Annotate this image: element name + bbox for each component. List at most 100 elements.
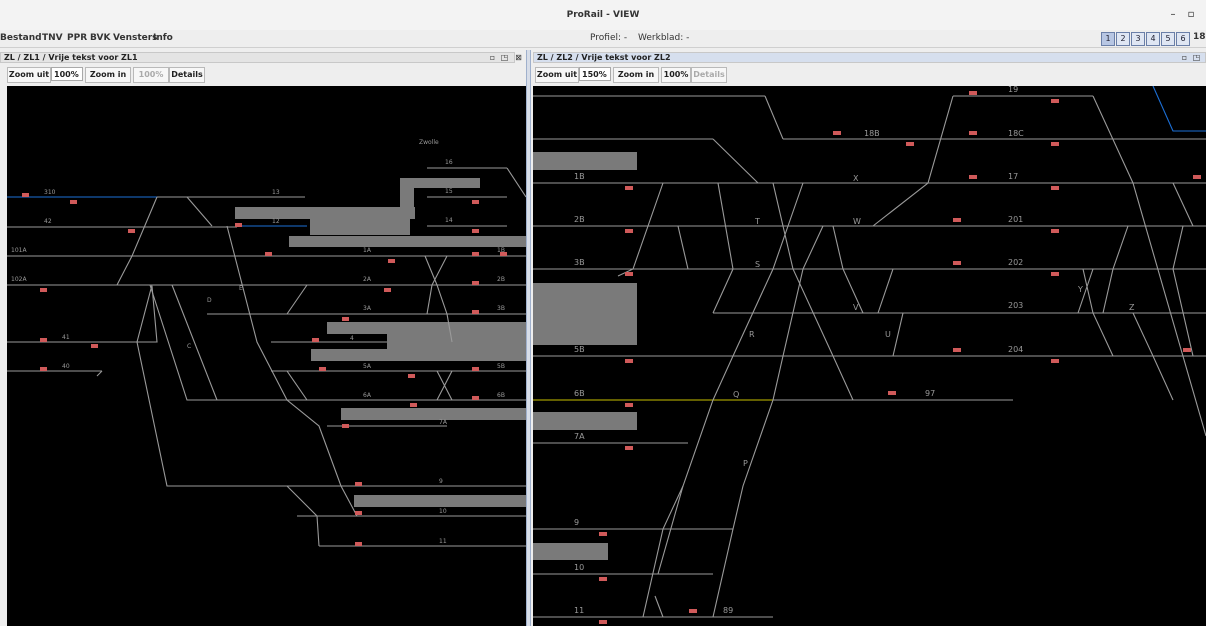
split-divider[interactable]	[526, 50, 531, 626]
track-label: 5A	[363, 363, 372, 370]
left-zoom-out-button[interactable]: Zoom uit	[7, 67, 51, 83]
track-label: 17	[1008, 172, 1018, 181]
place-label-zwolle: Zwolle	[419, 139, 439, 146]
track-label: 101A	[11, 247, 27, 254]
right-zoom-field[interactable]: 150%	[579, 67, 611, 81]
track-label: 14	[445, 217, 453, 224]
track-label: 41	[62, 334, 70, 341]
right-details-button[interactable]: Details	[691, 67, 727, 83]
track-label: 9	[439, 478, 443, 485]
track-label: 97	[925, 389, 935, 398]
menu-bestand[interactable]: Bestand	[0, 33, 42, 43]
track-label: 19	[1008, 86, 1018, 94]
menu-info[interactable]: Info	[153, 33, 173, 43]
track-label: 5B	[497, 363, 505, 370]
track-label: C	[187, 343, 191, 350]
track-label: 2B	[574, 215, 585, 224]
restore-icon[interactable]: ▫	[488, 53, 497, 62]
detach-icon[interactable]: ◳	[1192, 53, 1201, 62]
route-label: Q	[733, 390, 739, 399]
track-label: 2A	[363, 276, 372, 283]
track-label: 18B	[864, 129, 880, 138]
left-zoom-reset-button[interactable]: 100%	[133, 67, 169, 83]
route-label: R	[749, 330, 755, 339]
workspace-button-2[interactable]: 2	[1116, 32, 1130, 46]
right-zoom-in-button[interactable]: Zoom in	[613, 67, 659, 83]
menu-bvk[interactable]: BVK	[90, 33, 110, 43]
track-label: 1B	[574, 172, 585, 181]
track-label: 40	[62, 363, 70, 370]
left-zoom-in-button[interactable]: Zoom in	[85, 67, 131, 83]
close-icon[interactable]: ⊠	[514, 53, 523, 62]
track-label: 6B	[574, 389, 585, 398]
route-label: X	[853, 174, 859, 183]
track-label: 6A	[363, 392, 372, 399]
track-label: 1A	[363, 247, 372, 254]
track-label: 5B	[574, 345, 585, 354]
workspace-button-6[interactable]: 6	[1176, 32, 1190, 46]
track-label: 201	[1008, 215, 1023, 224]
left-details-button[interactable]: Details	[169, 67, 205, 83]
menu-tnv[interactable]: TNV	[42, 33, 63, 43]
right-zoom-reset-button[interactable]: 100%	[661, 67, 691, 83]
workspace-button-5[interactable]: 5	[1161, 32, 1175, 46]
track-label: 7A	[574, 432, 585, 441]
track-label: 12	[272, 218, 280, 225]
workspace-button-18[interactable]: 18	[1193, 32, 1206, 42]
route-label: T	[754, 217, 760, 226]
track-label: 310	[44, 189, 56, 196]
maximize-button[interactable]: ▫	[1184, 8, 1198, 22]
route-label: V	[853, 303, 859, 312]
track-label: 3A	[363, 305, 372, 312]
workspace-button-1[interactable]: 1	[1101, 32, 1115, 46]
track-label: 15	[445, 188, 453, 195]
profiel-status: Profiel: -	[590, 33, 628, 43]
track-label: 202	[1008, 258, 1023, 267]
detach-icon[interactable]: ◳	[500, 53, 509, 62]
window-title: ProRail - VIEW	[566, 10, 640, 20]
track-label: 18C	[1008, 129, 1024, 138]
route-label: S	[755, 260, 760, 269]
route-label: Z	[1129, 303, 1135, 312]
track-label: 16	[445, 159, 453, 166]
menu-ppr[interactable]: PPR	[67, 33, 87, 43]
track-label: 6B	[497, 392, 505, 399]
route-label: P	[743, 459, 748, 468]
minimize-button[interactable]: –	[1166, 8, 1180, 22]
workspace-button-3[interactable]: 3	[1131, 32, 1145, 46]
track-label: 204	[1008, 345, 1023, 354]
track-label: 102A	[11, 276, 27, 283]
track-label: D	[207, 297, 212, 304]
workspace-button-4[interactable]: 4	[1146, 32, 1160, 46]
track-label: 9	[574, 518, 579, 527]
left-zoom-field[interactable]: 100%	[51, 67, 83, 81]
route-label: U	[885, 330, 891, 339]
track-label: 4	[350, 335, 354, 342]
window-titlebar: ProRail - VIEW – ▫	[0, 0, 1206, 30]
route-label: Y	[1077, 285, 1083, 294]
track-label: 10	[439, 508, 447, 515]
right-pane-title: ZL / ZL2 / Vrije tekst voor ZL2	[533, 52, 1206, 63]
track-label: 89	[723, 606, 733, 615]
left-pane-title: ZL / ZL1 / Vrije tekst voor ZL1	[0, 52, 515, 63]
track-label: 11	[439, 538, 447, 545]
track-label: 10	[574, 563, 584, 572]
track-label: 11	[574, 606, 584, 615]
menu-vensters[interactable]: Vensters	[113, 33, 158, 43]
right-track-schematic[interactable]: 19 18B 18C 1B 17 2B 201 3B 202 203 5B 20…	[533, 86, 1206, 626]
right-zoom-out-button[interactable]: Zoom uit	[535, 67, 579, 83]
track-label: 7A	[439, 419, 448, 426]
menu-bar: Bestand TNV PPR BVK Vensters Info Profie…	[0, 30, 1206, 48]
track-label: 1B	[497, 247, 505, 254]
route-label: W	[853, 217, 861, 226]
track-label: 3B	[574, 258, 585, 267]
left-track-schematic[interactable]: Zwolle 16 15 14 13 12 310 42 101A 102A 1…	[7, 86, 526, 626]
werkblad-status: Werkblad: -	[638, 33, 690, 43]
track-label: 2B	[497, 276, 505, 283]
track-label: 3B	[497, 305, 505, 312]
restore-icon[interactable]: ▫	[1180, 53, 1189, 62]
track-label: 13	[272, 189, 280, 196]
track-label: E	[239, 285, 243, 292]
track-label: 203	[1008, 301, 1023, 310]
track-label: 42	[44, 218, 52, 225]
